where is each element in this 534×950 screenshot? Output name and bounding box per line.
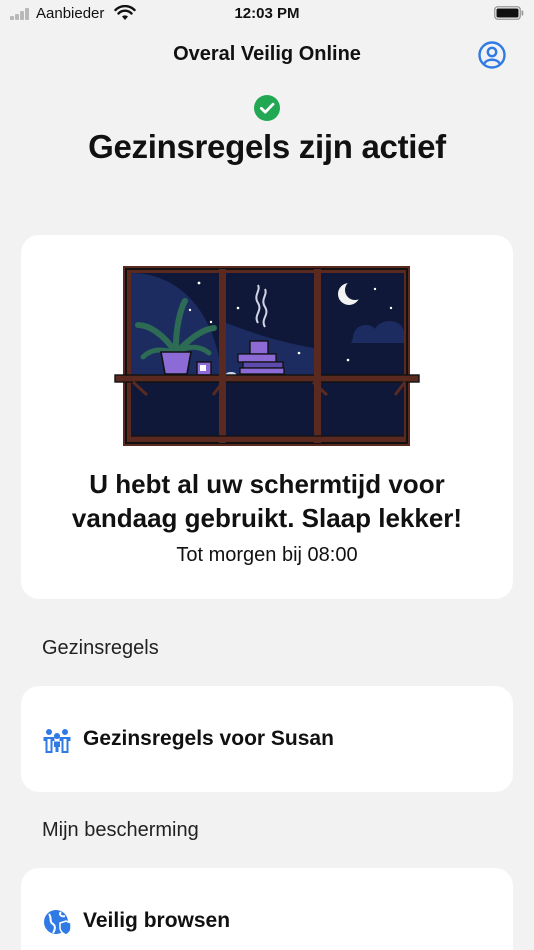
screen-time-message-line1: U hebt al uw schermtijd voor: [89, 469, 445, 499]
screen-time-card: U hebt al uw schermtijd voor vandaag geb…: [21, 235, 513, 599]
check-circle-icon: [254, 95, 280, 121]
screen-time-message: U hebt al uw schermtijd voor vandaag geb…: [21, 467, 513, 535]
screen-time-resume-text: Tot morgen bij 08:00: [176, 544, 358, 566]
status-headline: Gezinsregels zijn actief: [88, 128, 446, 165]
family-rules-susan-row[interactable]: Gezinsregels voor Susan: [21, 686, 513, 792]
status-time: 12:03 PM: [234, 5, 300, 22]
family-rules-susan-label: Gezinsregels voor Susan: [83, 727, 334, 750]
night-window-illustration: [114, 266, 420, 446]
globe-shield-icon: [44, 910, 71, 936]
screen-time-message-line2: vandaag gebruikt. Slaap lekker!: [71, 503, 463, 533]
family-icon: [43, 729, 71, 753]
status-bar: Aanbieder 12:03 PM: [0, 0, 534, 28]
profile-icon[interactable]: [477, 40, 507, 70]
section-label-family-rules: Gezinsregels: [42, 637, 159, 659]
app-title: Overal Veilig Online: [173, 43, 361, 65]
section-label-my-protection: Mijn bescherming: [42, 819, 199, 841]
safe-browsing-label: Veilig browsen: [83, 909, 231, 932]
battery-icon: [494, 6, 524, 20]
safe-browsing-row[interactable]: Veilig browsen: [21, 868, 513, 950]
